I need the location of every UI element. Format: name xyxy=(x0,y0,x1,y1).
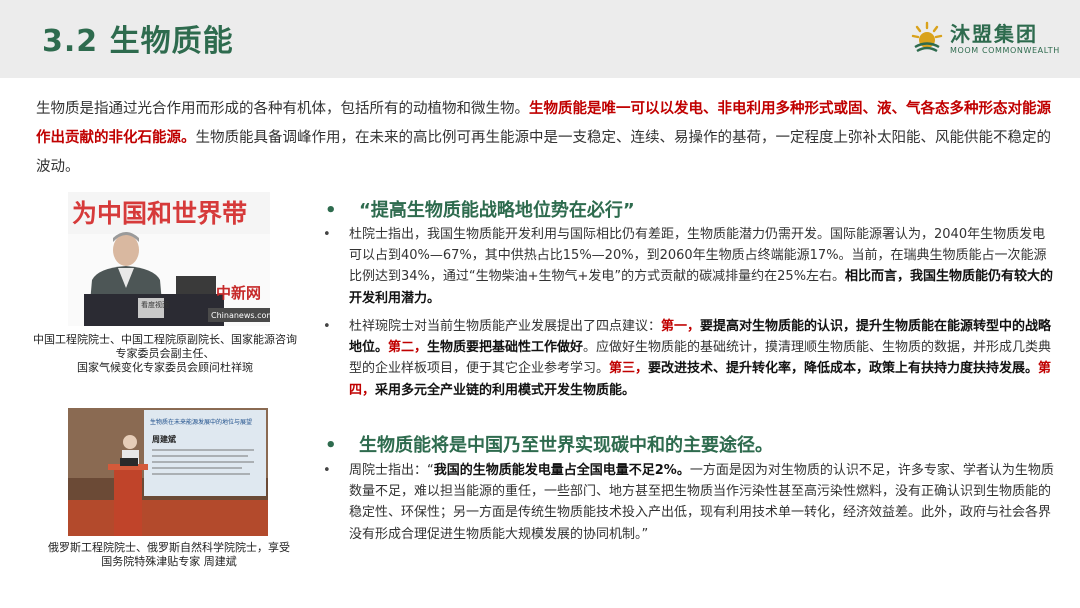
paragraph-text: 杜祥琬院士对当前生物质能产业发展提出了四点建议： xyxy=(349,319,662,334)
intro-paragraph: 生物质是指通过光合作用而形成的各种有机体，包括所有的动植物和微生物。生物质能是唯… xyxy=(36,95,1060,182)
paragraph-du-academician: • 杜院士指出，我国生物质能开发利用与国际相比仍有差距，生物质能潜力仍需开发。国… xyxy=(323,224,1055,309)
caption-line: 国家气候变化专家委员会顾问杜祥琬 xyxy=(77,361,253,374)
screen-name: 周建斌 xyxy=(152,434,176,444)
podium-label: 看度视面 xyxy=(141,300,169,309)
photo-caption-1: 中国工程院院士、中国工程院原副院长、国家能源咨询 专家委员会副主任、 国家气候变… xyxy=(30,333,300,375)
section-heading-strategic-position: • “提高生物质能战略地位势在必行” xyxy=(325,196,635,222)
suggestion-number: 第二， xyxy=(388,340,428,356)
logo-chinese-name: 沐盟集团 xyxy=(950,22,1038,46)
caption-line: 俄罗斯工程院院士、俄罗斯自然科学院院士，享受 xyxy=(48,541,290,554)
paragraph-text: 周院士指出：“ xyxy=(349,463,434,478)
company-logo: 沐盟集团 MOOM COMMONWEALTH xyxy=(910,18,1060,62)
suggestion-number: 第三， xyxy=(609,361,649,377)
bullet-marker: • xyxy=(323,463,331,478)
intro-text: 生物质是指通过光合作用而形成的各种有机体，包括所有的动植物和微生物。 xyxy=(36,101,529,117)
banner-text: 为中国和世界带 xyxy=(72,199,247,228)
bullet-marker: • xyxy=(323,319,331,334)
speaker-photo-zhou-jianbin: 生物质在未来能源发展中的地位与展望 周建斌 xyxy=(68,408,268,536)
logo-english-name: MOOM COMMONWEALTH xyxy=(950,46,1060,55)
bullet-marker: • xyxy=(323,227,331,242)
page-header: 3.2 生物质能 沐盟集团 MOOM COMMONWEALTH xyxy=(0,0,1080,78)
sun-logo-icon xyxy=(911,21,943,53)
screen-title: 生物质在未来能源发展中的地位与展望 xyxy=(150,418,252,426)
suggestion-text: 采用多元全产业链的利用模式开发生物质能。 xyxy=(375,382,636,398)
caption-line: 中国工程院院士、中国工程院原副院长、国家能源咨询 xyxy=(33,333,297,346)
caption-line: 专家委员会副主任、 xyxy=(115,347,215,360)
paragraph-bold-text: 我国的生物质能发电量占全国电量不足2%。 xyxy=(433,463,690,478)
speaker-photo-illustration: 生物质在未来能源发展中的地位与展望 周建斌 xyxy=(68,408,268,536)
news-sign-text: 中新网 xyxy=(216,284,261,302)
suggestion-text: 要改进技术、提升转化率，降低成本，政策上有扶持力度扶持发展。 xyxy=(648,361,1039,377)
paragraph-four-suggestions: • 杜祥琬院士对当前生物质能产业发展提出了四点建议：第一，要提高对生物质能的认识… xyxy=(323,316,1055,401)
caption-line: 国务院特殊津贴专家 周建斌 xyxy=(101,555,237,568)
section-heading-carbon-neutrality: • 生物质能将是中国乃至世界实现碳中和的主要途径。 xyxy=(325,431,773,457)
suggestion-number: 第一， xyxy=(661,319,701,334)
bullet-marker: • xyxy=(325,200,337,221)
suggestion-text: 生物质要把基础性工作做好 xyxy=(427,340,584,356)
bullet-marker: • xyxy=(325,435,337,456)
speaker-photo-illustration: 为中国和世界带 看度视面 中新网 Chinanews.com xyxy=(68,192,270,326)
speaker-photo-du-xiangwan: 为中国和世界带 看度视面 中新网 Chinanews.com xyxy=(68,192,270,326)
section-heading-text: 生物质能将是中国乃至世界实现碳中和的主要途径。 xyxy=(359,435,773,456)
news-sign-url: Chinanews.com xyxy=(211,311,270,320)
paragraph-zhou-academician: • 周院士指出：“我国的生物质能发电量占全国电量不足2%。一方面是因为对生物质的… xyxy=(323,460,1055,545)
section-heading-text: “提高生物质能战略地位势在必行” xyxy=(359,200,635,221)
page-title: 3.2 生物质能 xyxy=(42,24,234,59)
photo-caption-2: 俄罗斯工程院院士、俄罗斯自然科学院院士，享受 国务院特殊津贴专家 周建斌 xyxy=(34,541,304,569)
